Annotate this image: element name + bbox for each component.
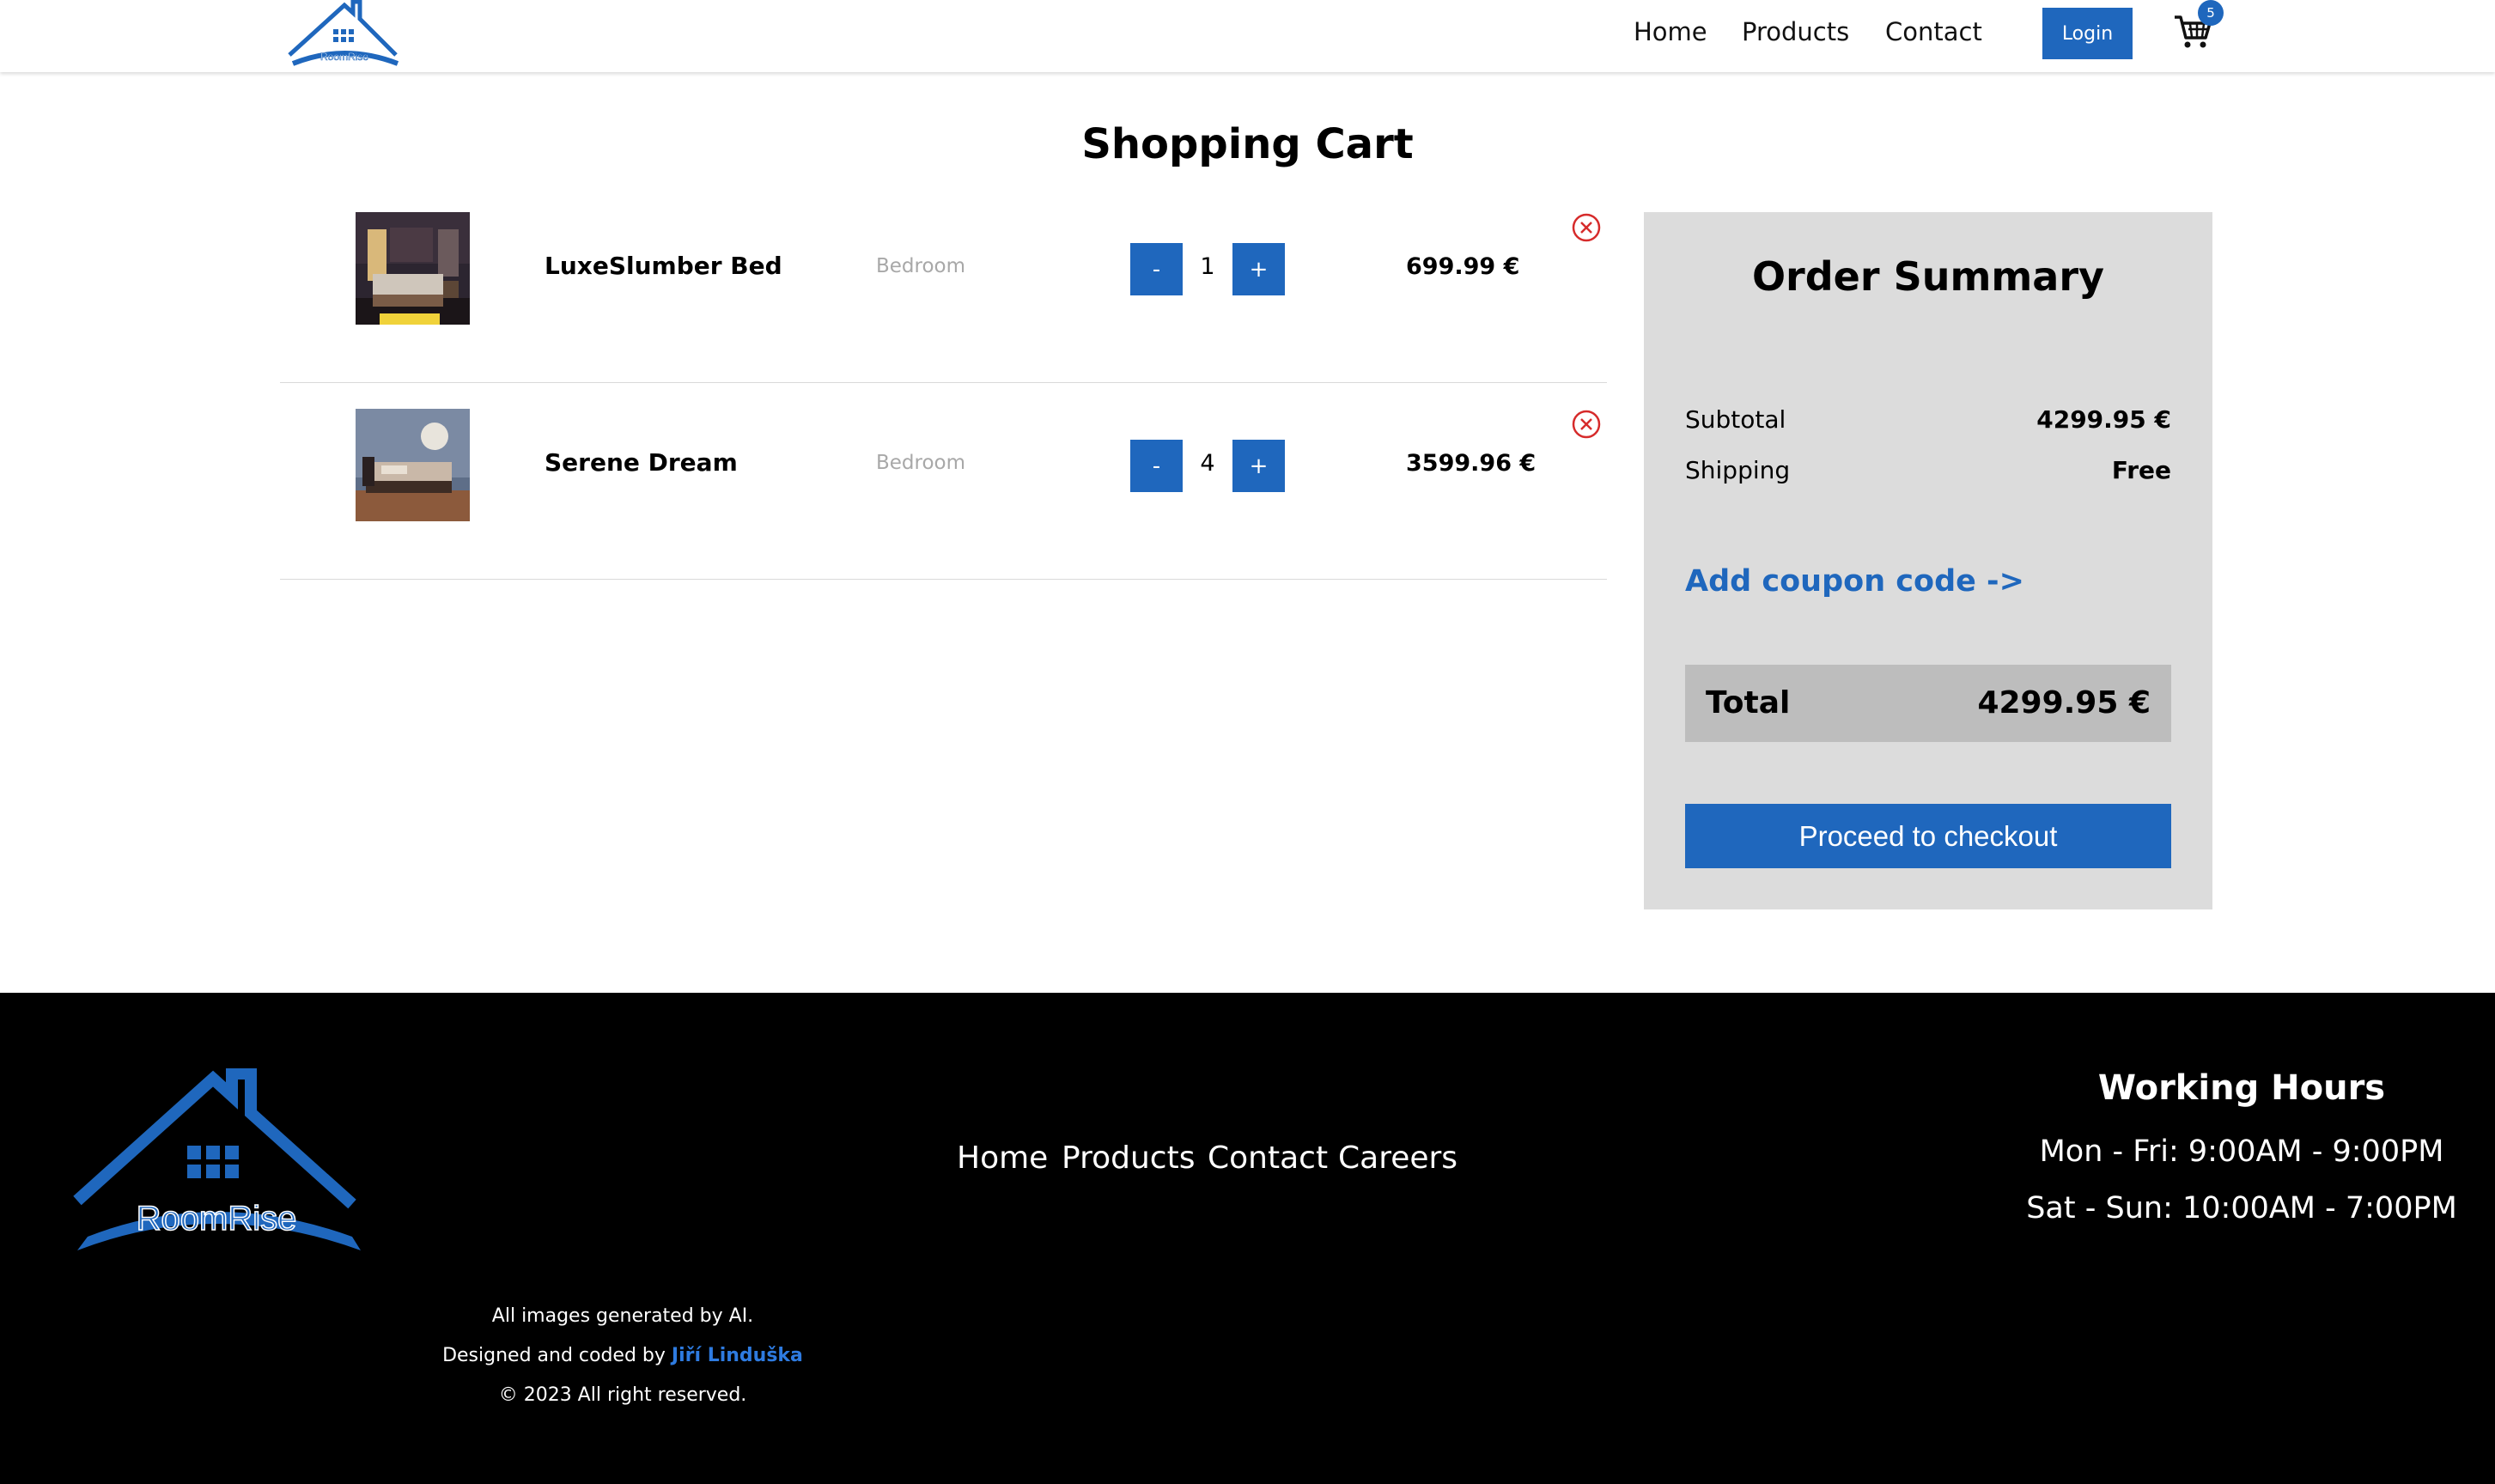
item-price: 699.99 € <box>1406 253 1520 280</box>
page-title: Shopping Cart <box>1081 120 1414 168</box>
product-category: Bedroom <box>876 452 966 474</box>
footer-nav-careers[interactable]: Careers <box>1338 1140 1457 1176</box>
increase-quantity-button[interactable]: + <box>1232 440 1285 492</box>
quantity-value: 1 <box>1200 253 1215 280</box>
product-image[interactable] <box>356 409 470 521</box>
total-label: Total <box>1706 685 1791 721</box>
checkout-button[interactable]: Proceed to checkout <box>1685 804 2171 868</box>
footer-nav-products[interactable]: Products <box>1062 1140 1195 1176</box>
weekday-hours: Mon - Fri: 9:00AM - 9:00PM <box>2039 1134 2444 1169</box>
subtotal-label: Subtotal <box>1685 405 1786 434</box>
shipping-label: Shipping <box>1685 456 1791 484</box>
footer-nav-contact[interactable]: Contact <box>1208 1140 1328 1176</box>
nav-home[interactable]: Home <box>1634 17 1707 46</box>
working-hours-title: Working Hours <box>2097 1068 2386 1108</box>
product-image[interactable] <box>356 212 470 325</box>
footer-nav-home[interactable]: Home <box>957 1140 1048 1176</box>
product-name[interactable]: LuxeSlumber Bed <box>545 252 782 280</box>
logo-wordmark: RoomRise <box>320 51 368 63</box>
weekend-hours: Sat - Sun: 10:00AM - 7:00PM <box>2026 1191 2457 1226</box>
product-category: Bedroom <box>876 255 966 277</box>
decrease-quantity-button[interactable]: - <box>1130 243 1183 295</box>
add-coupon-link[interactable]: Add coupon code -> <box>1685 564 2024 599</box>
product-name[interactable]: Serene Dream <box>545 448 738 477</box>
ai-images-note: All images generated by AI. <box>491 1305 754 1327</box>
cart-item-row: Serene Dream Bedroom - 4 + 3599.96 € <box>280 383 1607 580</box>
subtotal-value: 4299.95 € <box>2036 405 2171 434</box>
cart-count-badge: 5 <box>2198 0 2224 26</box>
increase-quantity-button[interactable]: + <box>1232 243 1285 295</box>
quantity-value: 4 <box>1200 450 1215 477</box>
login-button[interactable]: Login <box>2042 8 2133 59</box>
cart-item-row: LuxeSlumber Bed Bedroom - 1 + 699.99 € <box>280 186 1607 383</box>
shipping-value: Free <box>2111 456 2171 484</box>
roomrise-logo[interactable]: RoomRise <box>69 1068 365 1250</box>
logo-wordmark: RoomRise <box>137 1200 297 1238</box>
total-box: Total 4299.95 € <box>1685 665 2171 742</box>
order-summary-panel: Order Summary Subtotal 4299.95 € Shippin… <box>1644 212 2212 909</box>
copyright: © 2023 All right reserved. <box>498 1384 747 1406</box>
order-summary-title: Order Summary <box>1751 253 2105 300</box>
item-price: 3599.96 € <box>1406 450 1537 477</box>
total-value: 4299.95 € <box>1977 685 2151 721</box>
remove-circle-icon[interactable] <box>1571 409 1602 440</box>
top-navbar: RoomRise Home Products Contact Login 5 <box>0 0 2495 72</box>
designer-credit-text: Designed and coded by <box>442 1345 666 1366</box>
designer-credit: Designed and coded by Jiří Linduška <box>0 1345 1245 1366</box>
author-link[interactable]: Jiří Linduška <box>672 1345 803 1366</box>
roomrise-logo[interactable]: RoomRise <box>284 0 405 69</box>
nav-contact[interactable]: Contact <box>1885 17 1982 46</box>
nav-products[interactable]: Products <box>1742 17 1849 46</box>
remove-circle-icon[interactable] <box>1571 212 1602 243</box>
decrease-quantity-button[interactable]: - <box>1130 440 1183 492</box>
footer: RoomRise Home Products Contact Careers W… <box>0 993 2495 1484</box>
